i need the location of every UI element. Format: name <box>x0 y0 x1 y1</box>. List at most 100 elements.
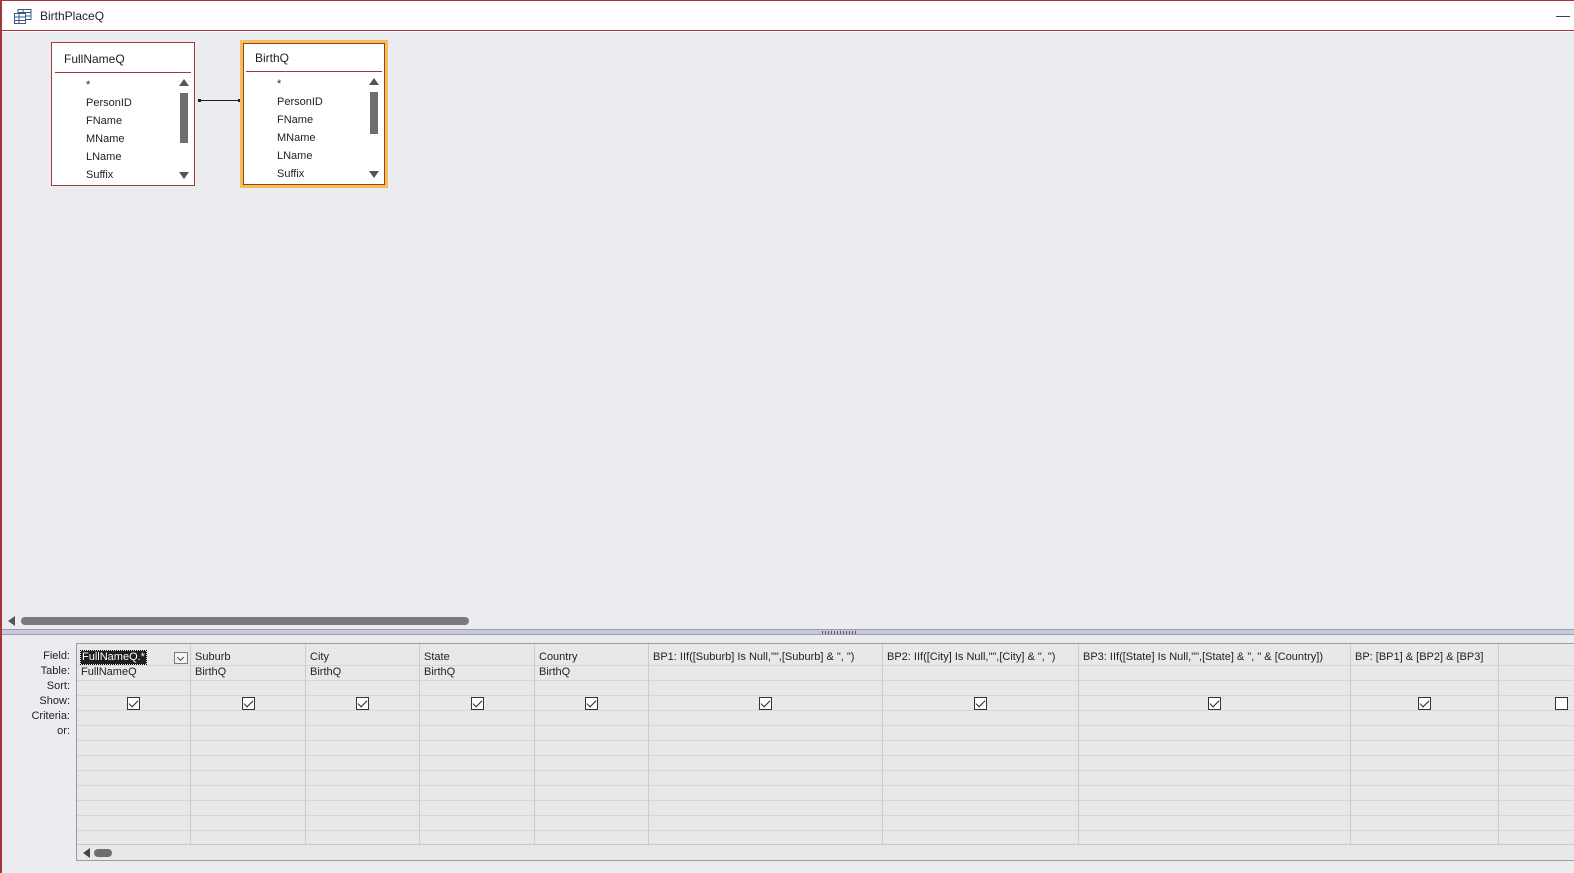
field-list-scrollbar[interactable] <box>368 76 380 180</box>
table-title[interactable]: FullNameQ <box>64 52 125 66</box>
table-title[interactable]: BirthQ <box>255 51 289 65</box>
scroll-up-icon[interactable] <box>179 79 189 86</box>
table-cell[interactable]: FullNameQ <box>77 665 190 680</box>
table-pane[interactable]: FullNameQ * PersonID FName MName LName S… <box>2 32 1574 612</box>
scroll-thumb[interactable] <box>21 617 469 625</box>
field-list-item[interactable]: * <box>86 76 132 94</box>
field-cell[interactable] <box>1499 650 1574 665</box>
field-cell[interactable]: Country <box>535 650 648 665</box>
scroll-thumb[interactable] <box>94 849 112 857</box>
field-list-item[interactable]: Suffix <box>277 165 323 183</box>
scroll-left-icon[interactable] <box>83 848 90 858</box>
grid-column[interactable]: BP3: IIf([State] Is Null,"",[State] & ",… <box>1079 644 1351 846</box>
field-list-item[interactable]: LName <box>277 147 323 165</box>
table-cell[interactable] <box>649 665 882 680</box>
grid-column[interactable]: Country BirthQ <box>535 644 649 846</box>
field-list-scrollbar[interactable] <box>178 77 190 181</box>
show-checkbox[interactable] <box>471 697 484 710</box>
or-cell[interactable] <box>420 725 534 740</box>
field-list-item[interactable]: LName <box>86 148 132 166</box>
splitter-grip-icon[interactable] <box>822 631 858 634</box>
field-list-item[interactable]: PersonID <box>86 94 132 112</box>
show-checkbox[interactable] <box>1418 697 1431 710</box>
criteria-cell[interactable] <box>535 710 648 725</box>
scroll-down-icon[interactable] <box>179 172 189 179</box>
show-checkbox[interactable] <box>974 697 987 710</box>
criteria-cell[interactable] <box>420 710 534 725</box>
grid-column[interactable]: BP: [BP1] & [BP2] & [BP3] <box>1351 644 1499 846</box>
scroll-up-icon[interactable] <box>369 78 379 85</box>
table-cell[interactable]: BirthQ <box>420 665 534 680</box>
sort-cell[interactable] <box>191 680 305 695</box>
field-cell[interactable]: BP1: IIf([Suburb] Is Null,"",[Suburb] & … <box>649 650 882 665</box>
field-list-item[interactable]: * <box>277 75 323 93</box>
table-cell[interactable] <box>1499 665 1574 680</box>
table-cell[interactable] <box>1079 665 1350 680</box>
or-cell[interactable] <box>883 725 1078 740</box>
criteria-cell[interactable] <box>1351 710 1498 725</box>
grid-column[interactable]: FullNameQ.* FullNameQ <box>77 644 191 846</box>
scroll-down-icon[interactable] <box>369 171 379 178</box>
table-cell[interactable]: BirthQ <box>191 665 305 680</box>
field-cell[interactable]: BP: [BP1] & [BP2] & [BP3] <box>1351 650 1498 665</box>
or-cell[interactable] <box>77 725 190 740</box>
show-checkbox[interactable] <box>356 697 369 710</box>
join-line[interactable] <box>200 100 240 101</box>
field-cell[interactable]: FullNameQ.* <box>77 650 190 665</box>
or-cell[interactable] <box>1499 725 1574 740</box>
table-cell[interactable] <box>883 665 1078 680</box>
scroll-left-icon[interactable] <box>8 616 15 626</box>
table-cell[interactable]: BirthQ <box>535 665 648 680</box>
table-cell[interactable] <box>1351 665 1498 680</box>
field-cell[interactable]: BP3: IIf([State] Is Null,"",[State] & ",… <box>1079 650 1350 665</box>
sort-cell[interactable] <box>1351 680 1498 695</box>
scroll-thumb[interactable] <box>180 93 188 143</box>
sort-cell[interactable] <box>420 680 534 695</box>
sort-cell[interactable] <box>883 680 1078 695</box>
grid-column[interactable]: City BirthQ <box>306 644 420 846</box>
or-cell[interactable] <box>535 725 648 740</box>
scroll-thumb[interactable] <box>370 92 378 134</box>
criteria-cell[interactable] <box>77 710 190 725</box>
or-cell[interactable] <box>1079 725 1350 740</box>
grid-column[interactable]: BP2: IIf([City] Is Null,"",[City] & ", "… <box>883 644 1079 846</box>
grid-column[interactable]: Suburb BirthQ <box>191 644 306 846</box>
sort-cell[interactable] <box>1079 680 1350 695</box>
table-cell[interactable]: BirthQ <box>306 665 419 680</box>
show-checkbox[interactable] <box>127 697 140 710</box>
field-list-item[interactable]: FName <box>277 111 323 129</box>
show-checkbox[interactable] <box>1555 697 1568 710</box>
table-fullnameq[interactable]: FullNameQ * PersonID FName MName LName S… <box>51 42 195 186</box>
criteria-cell[interactable] <box>649 710 882 725</box>
criteria-cell[interactable] <box>1079 710 1350 725</box>
or-cell[interactable] <box>649 725 882 740</box>
grid-column[interactable]: State BirthQ <box>420 644 535 846</box>
field-cell[interactable]: City <box>306 650 419 665</box>
field-list-item[interactable]: FName <box>86 112 132 130</box>
sort-cell[interactable] <box>649 680 882 695</box>
field-cell[interactable]: State <box>420 650 534 665</box>
criteria-cell[interactable] <box>883 710 1078 725</box>
field-cell[interactable]: Suburb <box>191 650 305 665</box>
field-list-item[interactable]: PersonID <box>277 93 323 111</box>
sort-cell[interactable] <box>306 680 419 695</box>
criteria-cell[interactable] <box>1499 710 1574 725</box>
design-grid-hscrollbar[interactable] <box>77 844 1574 860</box>
table-pane-hscrollbar[interactable] <box>2 612 1574 629</box>
sort-cell[interactable] <box>77 680 190 695</box>
show-checkbox[interactable] <box>1208 697 1221 710</box>
grid-column[interactable] <box>1499 644 1574 846</box>
minimize-button[interactable]: — <box>1554 5 1572 25</box>
or-cell[interactable] <box>306 725 419 740</box>
show-checkbox[interactable] <box>585 697 598 710</box>
sort-cell[interactable] <box>1499 680 1574 695</box>
or-cell[interactable] <box>191 725 305 740</box>
field-dropdown-chevron-down-icon[interactable] <box>174 652 188 664</box>
criteria-cell[interactable] <box>306 710 419 725</box>
field-cell[interactable]: BP2: IIf([City] Is Null,"",[City] & ", "… <box>883 650 1078 665</box>
sort-cell[interactable] <box>535 680 648 695</box>
table-birthq[interactable]: BirthQ * PersonID FName MName LName Suff… <box>240 40 388 188</box>
criteria-cell[interactable] <box>191 710 305 725</box>
show-checkbox[interactable] <box>759 697 772 710</box>
field-list-item[interactable]: MName <box>277 129 323 147</box>
